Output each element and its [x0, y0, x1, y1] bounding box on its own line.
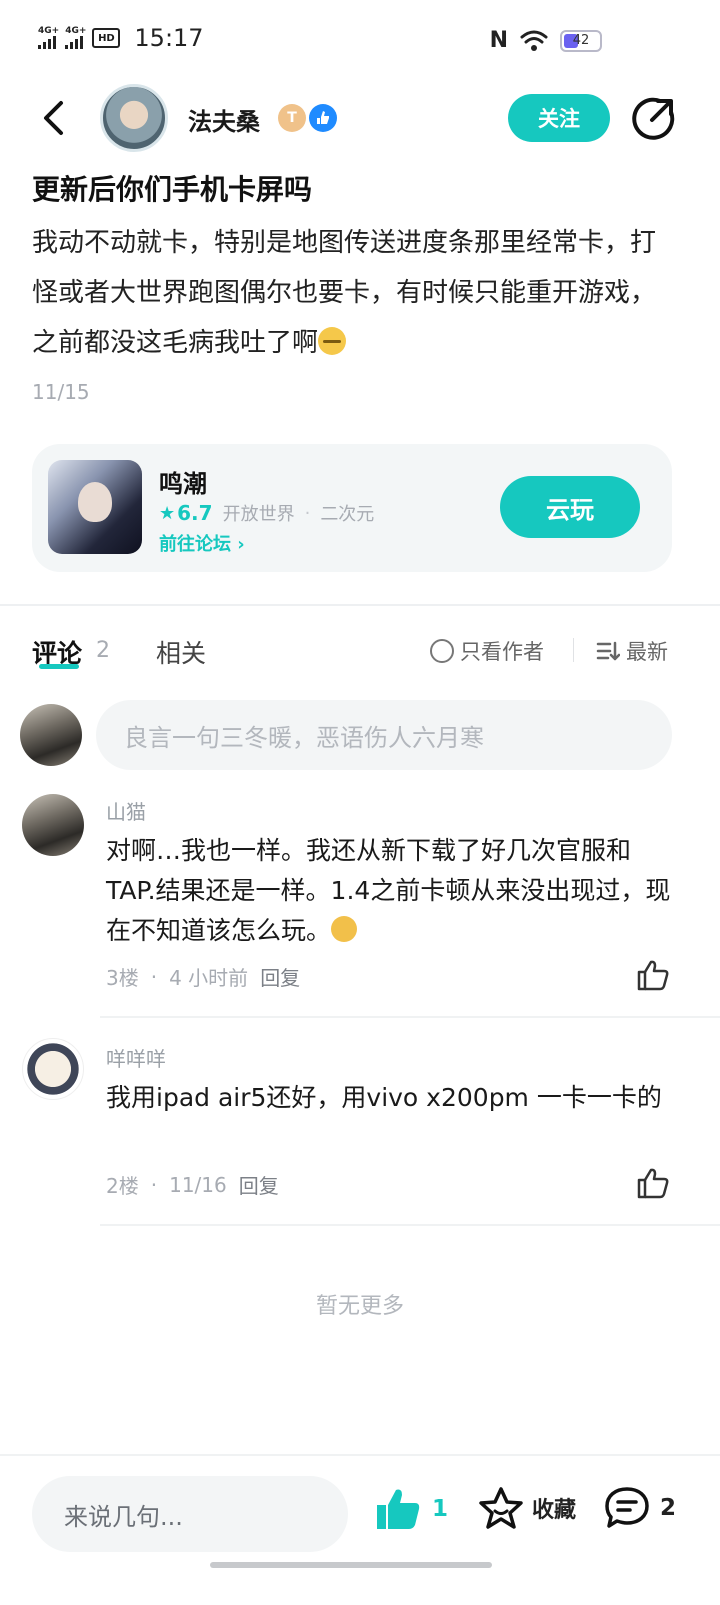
forum-link[interactable]: 前往论坛 ›: [159, 530, 245, 556]
avatar[interactable]: [22, 1038, 84, 1100]
comment-text: 我用ipad air5还好，用vivo x200pm 一卡一卡的: [106, 1083, 662, 1112]
tag-separator: ·: [304, 502, 311, 524]
signal-label: 4G+: [38, 26, 60, 36]
divider: [0, 604, 720, 606]
say-input-placeholder: 来说几句...: [64, 1502, 183, 1531]
nfc-icon: N: [489, 28, 508, 53]
back-button[interactable]: [34, 98, 74, 138]
forum-link-label: 前往论坛: [159, 534, 231, 555]
signal-icon: 4G+: [38, 27, 59, 49]
signal-label: 4G+: [65, 26, 87, 36]
status-right: N 42: [490, 28, 602, 53]
comment-count: 2: [660, 1495, 677, 1521]
avatar[interactable]: [20, 704, 82, 766]
comment-user[interactable]: 山猫: [106, 796, 146, 825]
reply-button[interactable]: 回复: [239, 1170, 279, 1199]
sort-icon: [596, 641, 620, 661]
comment-floor: 2楼: [106, 1174, 139, 1198]
meta-separator: ·: [150, 964, 158, 989]
thumbs-up-filled-icon: [377, 1489, 420, 1529]
share-icon: [632, 97, 675, 140]
post-body: 我动不动就卡，特别是地图传送进度条那里经常卡，打怪或者大世界跑图偶尔也要卡，有时…: [32, 218, 672, 368]
status-bar: 4G+ 4G+ HD 15:17 N 42: [0, 0, 720, 80]
tab-related[interactable]: 相关: [156, 634, 206, 670]
status-left: 4G+ 4G+ HD 15:17: [38, 24, 204, 52]
radio-icon: [430, 639, 454, 663]
favorite-label: 收藏: [532, 1498, 577, 1523]
wifi-icon: [520, 30, 548, 51]
level-badge-icon: T: [278, 104, 306, 132]
sort-label: 最新: [626, 640, 668, 664]
game-name: 鸣潮: [159, 470, 207, 498]
avatar[interactable]: [22, 794, 84, 856]
comments-count: 2: [96, 638, 110, 663]
status-time: 15:17: [134, 24, 204, 52]
emoji-icon: [318, 327, 347, 355]
comments-button[interactable]: 2: [604, 1486, 676, 1530]
cloud-play-button[interactable]: 云玩: [500, 476, 640, 538]
comment-user[interactable]: 咩咩咩: [106, 1043, 166, 1072]
favorite-button[interactable]: 收藏: [478, 1486, 576, 1530]
post-header: 法夫桑 T 关注: [0, 80, 720, 160]
star-outline-icon: [479, 1487, 523, 1529]
like-button[interactable]: [636, 958, 672, 994]
author-avatar[interactable]: [100, 84, 168, 152]
comment-time: 4 小时前: [169, 966, 249, 990]
home-indicator[interactable]: [210, 1562, 492, 1568]
battery-icon: 42: [560, 29, 602, 52]
star-icon: ★: [159, 502, 176, 524]
comment-text: 对啊…我也一样。我还从新下载了好几次官服和TAP.结果还是一样。1.4之前卡顿从…: [106, 831, 676, 951]
post-title: 更新后你们手机卡屏吗: [32, 173, 313, 206]
only-author-toggle[interactable]: 只看作者: [430, 636, 544, 666]
comment-meta: 2楼 · 11/16 回复: [106, 1170, 279, 1199]
comment-floor: 3楼: [106, 966, 139, 990]
sort-button[interactable]: 最新: [596, 636, 668, 666]
divider: [573, 638, 574, 662]
divider: [100, 1224, 720, 1226]
chevron-left-icon: [44, 101, 63, 135]
verified-badge-icon: [309, 104, 337, 132]
game-score: 6.7: [177, 501, 213, 525]
comment-bubble-icon: [605, 1487, 649, 1528]
no-more-label: 暂无更多: [315, 1294, 404, 1319]
game-icon[interactable]: [48, 460, 142, 554]
author-name[interactable]: 法夫桑: [188, 102, 260, 137]
reply-button[interactable]: 回复: [260, 962, 300, 991]
share-button[interactable]: [630, 96, 676, 142]
comment-input[interactable]: 良言一句三冬暖，恶语伤人六月寒: [96, 700, 672, 770]
divider: [100, 1016, 720, 1018]
thumbs-up-icon: [637, 1168, 669, 1199]
game-meta: ★ 6.7 开放世界 · 二次元: [159, 500, 374, 526]
game-card[interactable]: 鸣潮 ★ 6.7 开放世界 · 二次元 前往论坛 › 云玩: [32, 444, 672, 572]
follow-button[interactable]: 关注: [508, 94, 610, 142]
only-author-label: 只看作者: [460, 640, 544, 664]
bottom-bar: 来说几句... 1 收藏 2: [0, 1454, 720, 1605]
emoji-icon: [331, 916, 358, 942]
active-tab-indicator: [39, 664, 79, 669]
hd-icon: HD: [92, 28, 121, 48]
thumbs-up-icon: [637, 960, 669, 991]
like-button[interactable]: [636, 1166, 672, 1202]
game-tag: 开放世界: [222, 504, 295, 525]
battery-level: 42: [572, 33, 590, 48]
post-date: 11/15: [32, 380, 90, 404]
chevron-right-icon: ›: [237, 534, 245, 555]
post-like-button[interactable]: 1: [374, 1486, 448, 1532]
comment-text-content: 对啊…我也一样。我还从新下载了好几次官服和TAP.结果还是一样。1.4之前卡顿从…: [106, 836, 671, 945]
game-tag: 二次元: [320, 504, 375, 525]
comment-meta: 3楼 · 4 小时前 回复: [106, 962, 300, 991]
say-input[interactable]: 来说几句...: [32, 1476, 348, 1552]
comment-time: 11/16: [169, 1172, 227, 1197]
comment-input-placeholder: 良言一句三冬暖，恶语伤人六月寒: [124, 723, 484, 752]
meta-separator: ·: [150, 1172, 158, 1197]
signal-icon: 4G+: [65, 27, 86, 49]
like-count: 1: [432, 1496, 449, 1522]
